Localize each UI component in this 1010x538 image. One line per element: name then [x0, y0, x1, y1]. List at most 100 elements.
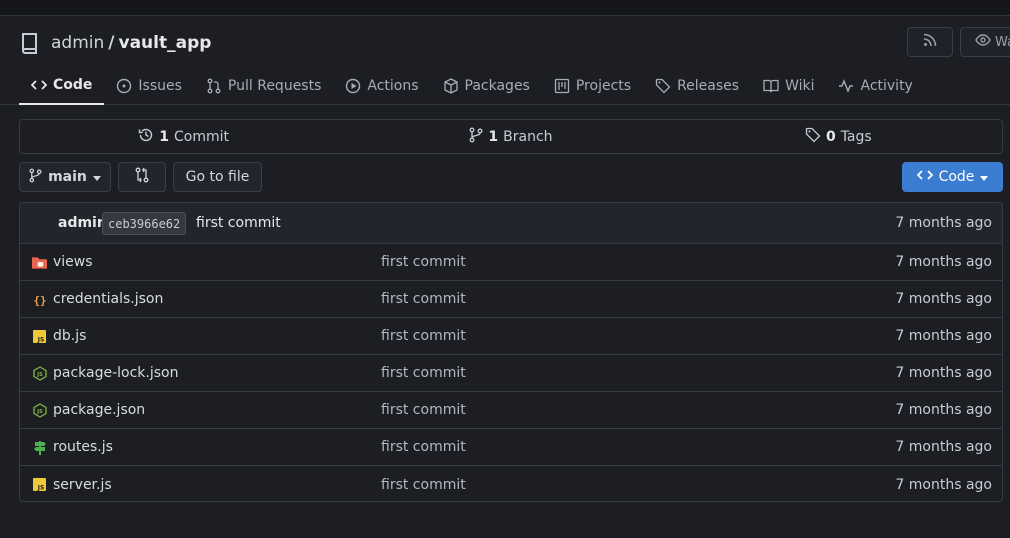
compare-icon [134, 167, 150, 187]
file-commit-link[interactable]: first commit [381, 291, 466, 307]
history-icon [138, 127, 154, 147]
file-name-link[interactable]: views [53, 254, 93, 270]
tab-issues[interactable]: Issues [104, 66, 194, 105]
code-clone-button[interactable]: Code [902, 162, 1003, 192]
eye-icon [975, 34, 991, 50]
js-icon: JS [32, 329, 47, 344]
tab-code-label: Code [53, 76, 93, 93]
repo-owner-link[interactable]: admin [51, 33, 104, 53]
pull-request-icon [206, 78, 222, 94]
table-row: JS package.json first commit 7 months ag… [20, 392, 1002, 429]
node-icon: JS [32, 403, 47, 418]
file-table: admin ceb3966e62 first commit 7 months a… [19, 202, 1003, 502]
go-to-file-button[interactable]: Go to file [173, 162, 262, 192]
svg-text:JS: JS [37, 337, 45, 344]
file-commit-link[interactable]: first commit [381, 402, 466, 418]
branches-stat-link[interactable]: 1 Branch [347, 120, 674, 153]
chevron-down-icon [92, 169, 101, 185]
file-time: 7 months ago [895, 402, 992, 418]
tab-actions[interactable]: Actions [333, 66, 430, 105]
tab-packages[interactable]: Packages [431, 66, 542, 105]
commits-count: 1 [159, 128, 170, 145]
code-button-label: Code [938, 169, 975, 185]
file-time: 7 months ago [895, 365, 992, 381]
tab-releases-label: Releases [677, 77, 740, 94]
folder-icon [32, 255, 47, 270]
table-row: JS server.js first commit 7 months ago [20, 466, 1002, 501]
file-name-link[interactable]: server.js [53, 477, 112, 493]
tab-activity[interactable]: Activity [826, 66, 924, 105]
svg-text:JS: JS [36, 372, 43, 378]
commits-stat-link[interactable]: 1 Commit [20, 120, 347, 153]
file-name-link[interactable]: db.js [53, 328, 86, 344]
tab-issues-label: Issues [138, 77, 182, 94]
commit-time: 7 months ago [895, 215, 992, 231]
signpost-icon [32, 440, 47, 455]
table-row: {} credentials.json first commit 7 month… [20, 281, 1002, 318]
watch-label: Wa [995, 34, 1010, 50]
commits-label: Commit [174, 128, 230, 145]
file-time: 7 months ago [895, 291, 992, 307]
tab-wiki[interactable]: Wiki [751, 66, 826, 105]
file-time: 7 months ago [895, 439, 992, 455]
package-icon [443, 77, 459, 94]
issue-icon [116, 78, 132, 94]
rss-icon [923, 33, 937, 51]
top-bar [0, 0, 1010, 16]
node-icon: JS [32, 366, 47, 381]
repo-name-link[interactable]: vault_app [119, 33, 212, 53]
branch-icon [469, 127, 483, 147]
tab-code[interactable]: Code [19, 66, 105, 105]
repo-stats-bar: 1 Commit 1 Branch 0 Tags [19, 119, 1003, 154]
table-row: JS db.js first commit 7 months ago [20, 318, 1002, 355]
file-commit-link[interactable]: first commit [381, 328, 466, 344]
project-icon [554, 78, 570, 94]
file-commit-link[interactable]: first commit [381, 439, 466, 455]
branch-selector-button[interactable]: main [19, 162, 111, 192]
svg-text:JS: JS [37, 485, 45, 492]
file-name-link[interactable]: routes.js [53, 439, 113, 455]
tab-wiki-label: Wiki [785, 77, 815, 94]
js-icon: JS [32, 477, 47, 492]
svg-text:JS: JS [36, 409, 43, 415]
table-row: routes.js first commit 7 months ago [20, 429, 1002, 466]
file-commit-link[interactable]: first commit [381, 254, 466, 270]
branch-name: main [48, 169, 87, 185]
tab-pull-requests[interactable]: Pull Requests [194, 66, 333, 105]
tab-projects[interactable]: Projects [542, 66, 643, 105]
play-icon [345, 78, 361, 94]
json-icon: {} [32, 292, 47, 307]
tag-icon [805, 127, 821, 147]
branches-count: 1 [488, 128, 499, 145]
tab-activity-label: Activity [860, 77, 913, 94]
file-name-link[interactable]: package.json [53, 402, 145, 418]
tab-projects-label: Projects [575, 77, 632, 94]
commit-author-link[interactable]: admin [58, 215, 107, 231]
file-name-link[interactable]: package-lock.json [53, 365, 179, 381]
tags-label: Tags [840, 128, 872, 145]
repo-tabs: Code Issues Pull Requests Actions Packag… [19, 66, 925, 105]
table-row: JS package-lock.json first commit 7 mont… [20, 355, 1002, 392]
repo-separator: / [108, 33, 115, 53]
tab-packages-label: Packages [464, 77, 530, 94]
commit-message-link[interactable]: first commit [196, 215, 281, 231]
file-commit-link[interactable]: first commit [381, 477, 466, 493]
file-time: 7 months ago [895, 254, 992, 270]
file-commit-link[interactable]: first commit [381, 365, 466, 381]
file-name-link[interactable]: credentials.json [53, 291, 163, 307]
code-icon [31, 77, 47, 93]
commit-sha-link[interactable]: ceb3966e62 [102, 212, 187, 235]
branch-icon [29, 168, 42, 187]
repo-header: admin / vault_app Wa Code Issues Pull Re… [0, 16, 1010, 105]
tag-icon [655, 78, 671, 94]
book-icon [763, 78, 779, 94]
rss-feed-button[interactable] [907, 27, 953, 57]
tab-releases[interactable]: Releases [643, 66, 751, 105]
compare-button[interactable] [118, 162, 166, 192]
branches-label: Branch [503, 128, 553, 145]
tags-count: 0 [825, 128, 836, 145]
latest-commit-row: admin ceb3966e62 first commit 7 months a… [20, 203, 1002, 244]
svg-text:{}: {} [33, 294, 46, 307]
tags-stat-link[interactable]: 0 Tags [675, 120, 1002, 153]
watch-button[interactable]: Wa [960, 27, 1010, 57]
